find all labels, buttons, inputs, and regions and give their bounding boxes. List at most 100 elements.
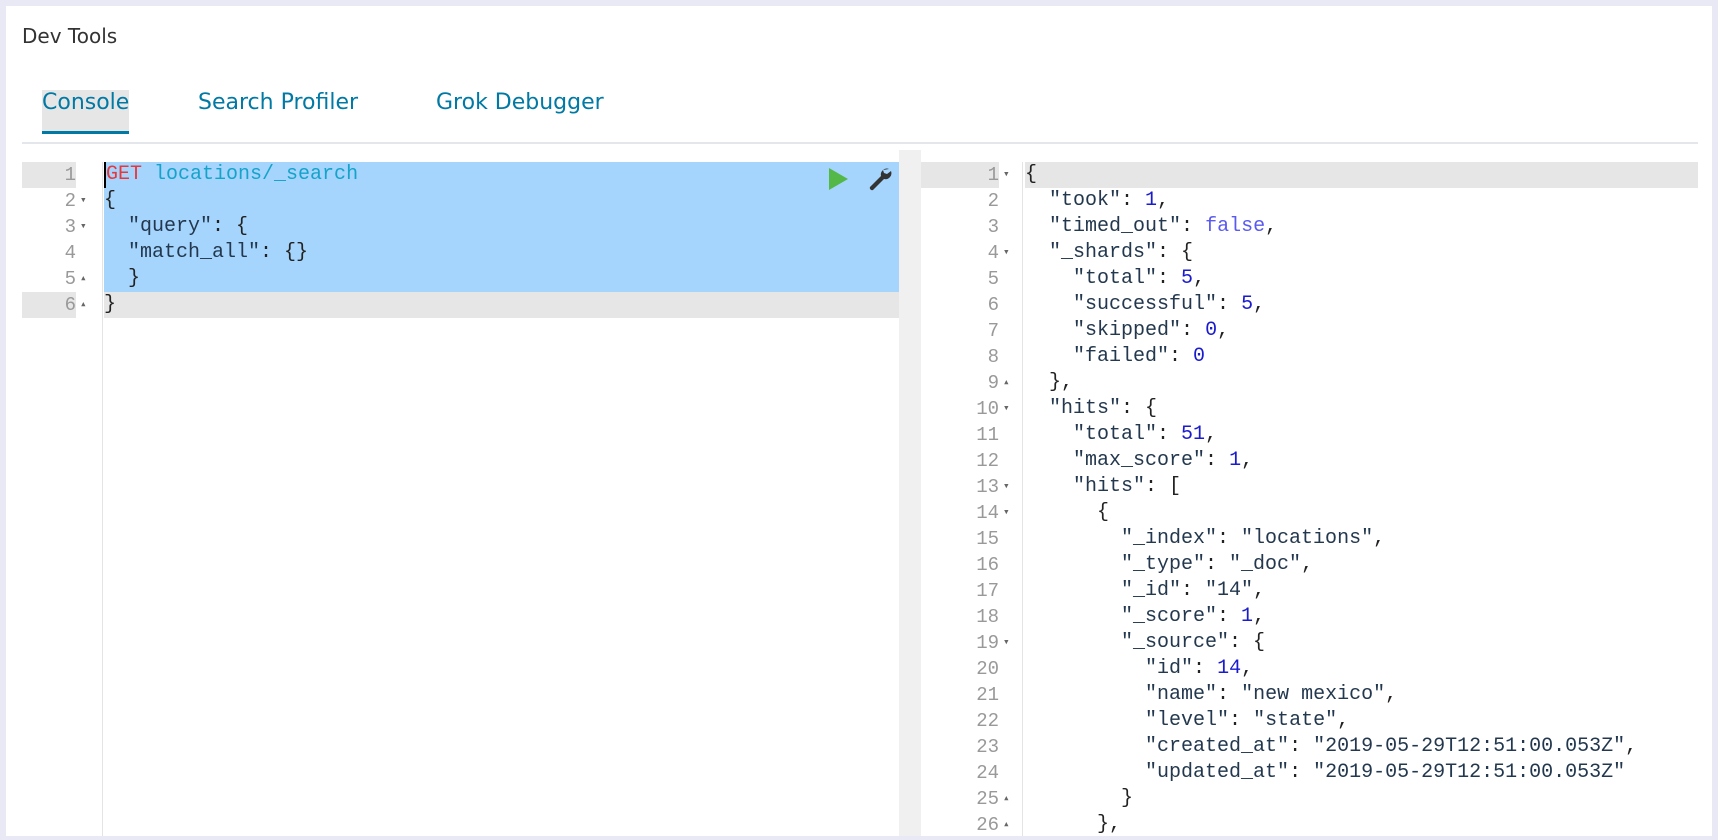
token-p bbox=[1025, 241, 1049, 264]
code-line: 1 ▾ { bbox=[921, 162, 1698, 188]
code-text: "level": "state", bbox=[1025, 708, 1698, 734]
token-p: , bbox=[1253, 293, 1266, 316]
code-line: 2 "took": 1, bbox=[921, 188, 1698, 214]
token-p bbox=[1025, 527, 1121, 550]
code-text: "id": 14, bbox=[1025, 656, 1698, 682]
code-line: 21 "name": "new mexico", bbox=[921, 682, 1698, 708]
code-text: "hits": [ bbox=[1025, 474, 1698, 500]
fold-collapse-icon[interactable]: ▾ bbox=[80, 214, 87, 240]
token-key: "_type" bbox=[1121, 553, 1206, 576]
fold-collapse-icon[interactable]: ▾ bbox=[1003, 474, 1010, 500]
fold-expand-icon[interactable]: ▴ bbox=[1003, 786, 1010, 812]
code-line: 3 "timed_out": false, bbox=[921, 214, 1698, 240]
token-p: : bbox=[1181, 579, 1206, 602]
code-line: 4 "match_all": {} bbox=[22, 240, 899, 266]
wrench-icon[interactable] bbox=[867, 166, 893, 199]
token-key: "id" bbox=[1145, 657, 1194, 680]
line-number: 3 bbox=[64, 216, 76, 238]
fold-expand-icon[interactable]: ▴ bbox=[80, 266, 87, 292]
token-p: : bbox=[1157, 267, 1182, 290]
line-number: 9 bbox=[987, 372, 999, 394]
play-icon[interactable] bbox=[827, 167, 849, 198]
code-line: 4 ▾ "_shards": { bbox=[921, 240, 1698, 266]
token-p bbox=[1025, 319, 1073, 342]
fold-collapse-icon[interactable]: ▾ bbox=[1003, 162, 1010, 188]
code-line: 25 ▴ } bbox=[921, 786, 1698, 812]
code-text: { bbox=[1025, 162, 1698, 188]
line-number: 1 bbox=[22, 162, 76, 188]
code-text: "_shards": { bbox=[1025, 240, 1698, 266]
response-viewer: 1 ▾{2 "took": 1, 3 "timed_out": false, 4 ▾ "… bbox=[921, 162, 1698, 836]
code-line: 3 ▾ "query": { bbox=[22, 214, 899, 240]
token-p: : { bbox=[1121, 397, 1158, 420]
token-key: "hits" bbox=[1049, 397, 1122, 420]
code-text: "total": 51, bbox=[1025, 422, 1698, 448]
token-str: "state" bbox=[1253, 709, 1338, 732]
code-line: 5 "total": 5, bbox=[921, 266, 1698, 292]
code-line: 10 ▾ "hits": { bbox=[921, 396, 1698, 422]
token-p bbox=[104, 241, 128, 264]
token-p: , bbox=[1265, 215, 1278, 238]
line-number: 6 bbox=[987, 294, 999, 316]
token-key: "created_at" bbox=[1145, 735, 1290, 758]
token-p: , bbox=[1193, 267, 1206, 290]
token-p bbox=[1025, 397, 1049, 420]
token-p bbox=[1025, 449, 1073, 472]
tab-bar: Console Search Profiler Grok Debugger bbox=[22, 84, 667, 144]
fold-collapse-icon[interactable]: ▾ bbox=[1003, 240, 1010, 266]
fold-expand-icon[interactable]: ▴ bbox=[80, 292, 87, 318]
token-p: : { bbox=[1157, 241, 1194, 264]
tab-grok-debugger[interactable]: Grok Debugger bbox=[436, 90, 604, 115]
tab-console[interactable]: Console bbox=[42, 90, 130, 134]
page-title: Dev Tools bbox=[22, 24, 118, 48]
token-key: "_id" bbox=[1121, 579, 1182, 602]
pane-resizer[interactable] bbox=[899, 150, 921, 836]
token-p: : bbox=[1229, 709, 1254, 732]
token-url: locations/_search bbox=[154, 163, 359, 186]
code-line: 18 "_score": 1, bbox=[921, 604, 1698, 630]
code-line: 26 ▴ }, bbox=[921, 812, 1698, 836]
code-text: "timed_out": false, bbox=[1025, 214, 1698, 240]
fold-expand-icon[interactable]: ▴ bbox=[1003, 812, 1010, 836]
line-number: 21 bbox=[976, 684, 999, 706]
code-text: }, bbox=[1025, 812, 1698, 836]
line-number: 23 bbox=[976, 736, 999, 758]
code-text: }, bbox=[1025, 370, 1698, 396]
fold-collapse-icon[interactable]: ▾ bbox=[80, 188, 87, 214]
code-text: "_index": "locations", bbox=[1025, 526, 1698, 552]
token-num: 0 bbox=[1193, 345, 1206, 368]
token-key: "total" bbox=[1073, 267, 1158, 290]
token-p: , bbox=[1373, 527, 1386, 550]
token-p: : bbox=[1121, 189, 1146, 212]
line-number: 24 bbox=[976, 762, 999, 784]
code-line: 22 "level": "state", bbox=[921, 708, 1698, 734]
fold-collapse-icon[interactable]: ▾ bbox=[1003, 630, 1010, 656]
token-key: "timed_out" bbox=[1049, 215, 1182, 238]
code-line: 2 ▾ { bbox=[22, 188, 899, 214]
code-text: "created_at": "2019-05-29T12:51:00.053Z"… bbox=[1025, 734, 1698, 760]
line-number: 8 bbox=[987, 346, 999, 368]
token-key: "level" bbox=[1145, 709, 1230, 732]
code-line: 6 "successful": 5, bbox=[921, 292, 1698, 318]
line-number: 3 bbox=[987, 216, 999, 238]
token-p bbox=[1025, 683, 1145, 706]
request-editor[interactable]: 1 GET locations/_search 2 ▾ {3 ▾ "query": {4 … bbox=[22, 162, 899, 836]
token-str: "2019-05-29T12:51:00.053Z" bbox=[1313, 761, 1626, 784]
tab-search-profiler[interactable]: Search Profiler bbox=[198, 90, 358, 115]
token-method: GET bbox=[106, 163, 143, 186]
fold-collapse-icon[interactable]: ▾ bbox=[1003, 500, 1010, 526]
token-key: "skipped" bbox=[1073, 319, 1182, 342]
token-p: : bbox=[1205, 449, 1230, 472]
code-text: "total": 5, bbox=[1025, 266, 1698, 292]
token-p: : bbox=[1169, 345, 1194, 368]
token-key: "total" bbox=[1073, 423, 1158, 446]
code-text: "_type": "_doc", bbox=[1025, 552, 1698, 578]
token-num: 51 bbox=[1181, 423, 1206, 446]
line-number: 22 bbox=[976, 710, 999, 732]
line-number: 12 bbox=[976, 450, 999, 472]
code-text: "updated_at": "2019-05-29T12:51:00.053Z" bbox=[1025, 760, 1698, 786]
token-p: , bbox=[1253, 605, 1266, 628]
fold-expand-icon[interactable]: ▴ bbox=[1003, 370, 1010, 396]
token-p: }, bbox=[1025, 371, 1074, 394]
fold-collapse-icon[interactable]: ▾ bbox=[1003, 396, 1010, 422]
